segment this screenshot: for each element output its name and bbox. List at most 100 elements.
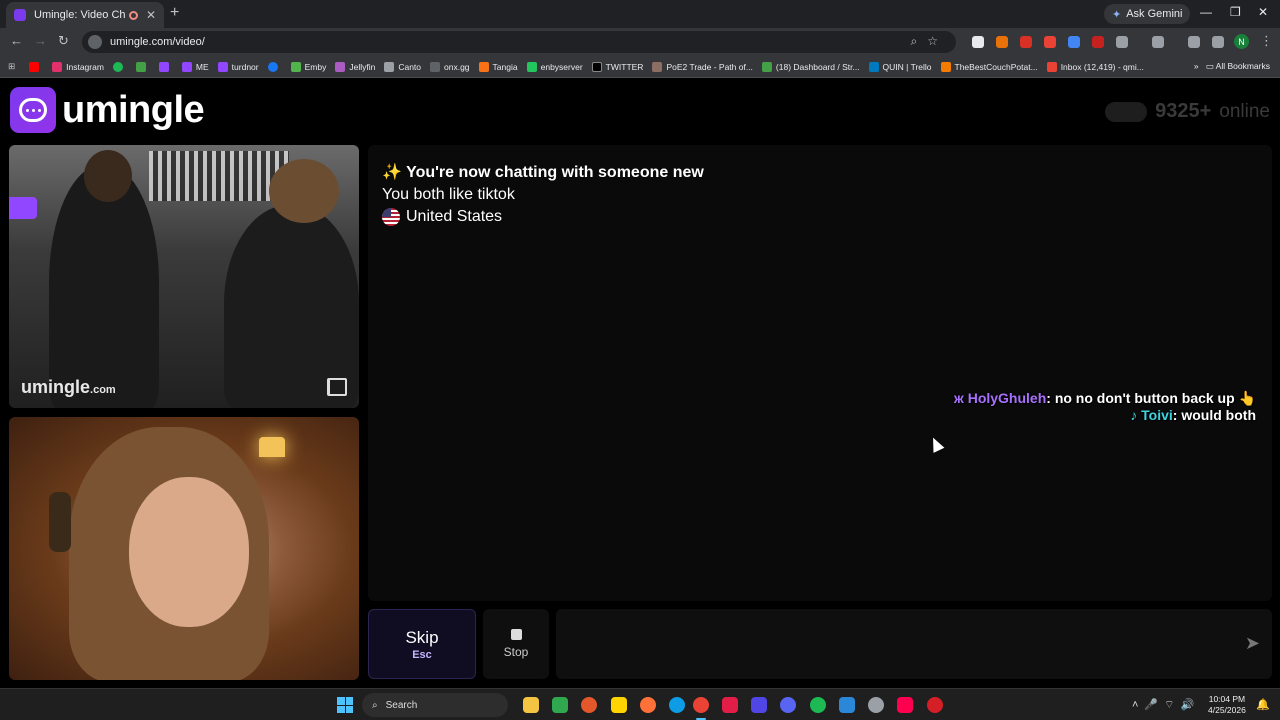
- menu-kebab-icon[interactable]: ⋮: [1260, 33, 1273, 49]
- extensions-puzzle-icon[interactable]: [1116, 36, 1128, 48]
- bookmark-couchpotato[interactable]: TheBestCouchPotat...: [940, 61, 1038, 72]
- app-icon[interactable]: [751, 697, 767, 713]
- logo-text: umingle: [62, 88, 205, 131]
- stream-chat-message: ж HolyGhuleh: no no don't button back up…: [953, 390, 1256, 406]
- umingle-logo[interactable]: umingle: [10, 87, 205, 133]
- firefox-icon[interactable]: [640, 697, 656, 713]
- bookmark-youtube[interactable]: [29, 61, 43, 72]
- message-input[interactable]: [568, 629, 1208, 659]
- bookmark-twitter[interactable]: TWITTER: [591, 61, 643, 72]
- bookmark-turdnor[interactable]: turdnor: [217, 61, 259, 72]
- person-head: [269, 159, 339, 223]
- bookmark-jellyfin[interactable]: Jellyfin: [335, 61, 375, 72]
- message-composer: ➤: [556, 609, 1272, 679]
- online-label: online: [1219, 100, 1270, 122]
- edge-icon[interactable]: [669, 697, 685, 713]
- bookmark-canto[interactable]: Canto: [384, 61, 421, 72]
- window-curtain: [149, 151, 289, 201]
- zoom-and-star-icons[interactable]: ⌕☆: [911, 34, 948, 49]
- extension-k-icon[interactable]: [972, 36, 984, 48]
- bookmark-trello[interactable]: QUIN | Trello: [868, 61, 932, 72]
- file-explorer-icon[interactable]: [523, 697, 539, 713]
- media-control-icon[interactable]: [1212, 36, 1224, 48]
- browser-toolbar: ← → ↻ umingle.com/video/ ⌕☆ N ⋮: [0, 28, 1280, 56]
- bookmark-dashboard[interactable]: (18) Dashboard / Str...: [761, 61, 860, 72]
- skip-button[interactable]: Skip Esc: [368, 609, 476, 679]
- stranger-video: umingle.com: [9, 145, 359, 408]
- headphones-icon: [49, 492, 71, 552]
- bookmark-onxgg[interactable]: onx.gg: [430, 61, 470, 72]
- bookmark-enbyserver[interactable]: enbyserver: [526, 61, 583, 72]
- windows-start-icon[interactable]: [337, 697, 353, 713]
- app-icon[interactable]: [581, 697, 597, 713]
- bookmark-poe2-trade[interactable]: PoE2 Trade - Path of...: [652, 61, 753, 72]
- bookmark-me[interactable]: ME: [181, 61, 209, 72]
- bookmark-emby[interactable]: Emby: [290, 61, 326, 72]
- bookmark-tangia[interactable]: Tangia: [478, 61, 518, 72]
- tiktok-icon[interactable]: [897, 697, 913, 713]
- bookmark-spotify[interactable]: [112, 61, 127, 72]
- bookmark-twitch[interactable]: [158, 61, 173, 72]
- umingle-watermark: umingle.com: [21, 377, 116, 397]
- address-bar[interactable]: umingle.com/video/ ⌕☆: [82, 31, 956, 53]
- browser-tab[interactable]: Umingle: Video Chat with S ✕: [6, 2, 164, 28]
- clock-time: 10:04 PM: [1208, 694, 1246, 704]
- app-icon[interactable]: [927, 697, 943, 713]
- cast-icon[interactable]: [1152, 36, 1164, 48]
- new-tab-icon[interactable]: +: [170, 4, 179, 22]
- back-icon[interactable]: ←: [10, 33, 23, 48]
- translate-extension-icon[interactable]: [1068, 36, 1080, 48]
- stranger-country: United States: [382, 208, 502, 226]
- notification-bell-icon[interactable]: 🔔: [1256, 698, 1270, 711]
- app-icon[interactable]: [868, 697, 884, 713]
- windows-taskbar: ⌕ Search ˄🎤⌔🔊 10:04 PM 4/25/2026 🔔: [0, 688, 1280, 720]
- skip-shortcut: Esc: [412, 648, 432, 661]
- report-flag-icon[interactable]: [327, 378, 347, 396]
- extension-icon[interactable]: [1092, 36, 1104, 48]
- extension-icon[interactable]: [996, 36, 1008, 48]
- all-bookmarks-button[interactable]: » ▭ All Bookmarks: [1194, 61, 1270, 72]
- bookmark-instagram[interactable]: Instagram: [52, 61, 104, 72]
- online-toggle[interactable]: [1105, 101, 1148, 122]
- opera-icon[interactable]: [722, 697, 738, 713]
- system-tray-icons[interactable]: ˄🎤⌔🔊: [1132, 698, 1200, 712]
- taskbar-search[interactable]: ⌕ Search: [362, 693, 508, 717]
- url-text: umingle.com/video/: [110, 36, 205, 48]
- send-icon[interactable]: ➤: [1245, 633, 1260, 654]
- forward-icon[interactable]: →: [34, 33, 47, 48]
- reload-icon[interactable]: ↻: [58, 33, 69, 49]
- extension-icon[interactable]: [1020, 36, 1032, 48]
- restore-icon[interactable]: ❐: [1230, 5, 1241, 19]
- us-flag-icon: [382, 208, 400, 226]
- stop-label: Stop: [503, 645, 529, 659]
- tab-title: Umingle: Video Chat with S: [34, 9, 125, 21]
- bookmarks-bar: ⊞ Instagram ME turdnor Emby Jellyfin Can…: [0, 56, 1280, 78]
- discord-icon[interactable]: [780, 697, 796, 713]
- site-info-icon[interactable]: [88, 35, 102, 49]
- notepad-icon[interactable]: [839, 697, 855, 713]
- close-window-icon[interactable]: ✕: [1258, 5, 1268, 19]
- download-icon[interactable]: [1188, 36, 1200, 48]
- sticky-notes-icon[interactable]: [611, 697, 627, 713]
- recording-icon: [128, 10, 138, 20]
- chat-bubble-logo-icon: [10, 87, 56, 133]
- person-head: [84, 150, 132, 202]
- minimize-icon[interactable]: —: [1200, 5, 1212, 19]
- app-icon[interactable]: [552, 697, 568, 713]
- twitch-sticker: [9, 197, 37, 219]
- close-tab-icon[interactable]: ✕: [146, 8, 156, 22]
- stream-chat-message: ♪ Toivi: would both: [1130, 407, 1256, 423]
- gemini-spark-icon: ✦: [1112, 8, 1122, 21]
- bookmark-app[interactable]: [135, 61, 150, 72]
- ask-gemini-button[interactable]: ✦ Ask Gemini: [1104, 4, 1191, 24]
- bookmark-facebook[interactable]: [267, 61, 282, 72]
- youtube-extension-icon[interactable]: [1044, 36, 1056, 48]
- taskbar-clock[interactable]: 10:04 PM 4/25/2026: [1208, 694, 1246, 716]
- chrome-icon[interactable]: [693, 697, 709, 713]
- stop-button[interactable]: Stop: [483, 609, 549, 679]
- spotify-icon[interactable]: [810, 697, 826, 713]
- online-indicator: 9325+ online: [1105, 100, 1270, 123]
- apps-grid-icon[interactable]: ⊞: [8, 61, 15, 72]
- profile-avatar[interactable]: N: [1234, 34, 1249, 49]
- bookmark-inbox[interactable]: Inbox (12,419) - qmi...: [1046, 61, 1144, 72]
